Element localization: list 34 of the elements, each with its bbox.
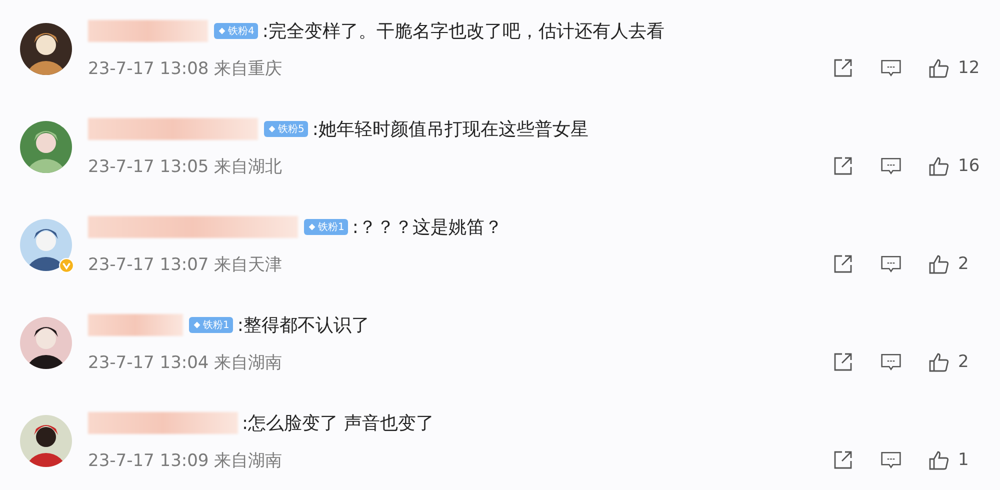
like-count: 12 xyxy=(958,58,980,78)
comment-time: 23-7-17 13:09 来自湖南 xyxy=(88,450,284,472)
comment-icon[interactable] xyxy=(880,449,902,471)
fan-badge: 铁粉1 xyxy=(189,316,234,332)
comment-time: 23-7-17 13:04 来自湖南 xyxy=(88,352,284,374)
comment-time: 23-7-17 13:07 来自天津 xyxy=(88,254,284,276)
comment-icon[interactable] xyxy=(880,155,902,177)
like-icon[interactable] xyxy=(928,449,950,471)
fan-badge: 铁粉4 xyxy=(214,22,258,38)
like-count: 1 xyxy=(958,450,970,470)
share-icon[interactable] xyxy=(832,57,854,79)
comment-text: :整得都不认识了 xyxy=(237,314,370,336)
comment-text: :怎么脸变了 声音也变了 xyxy=(242,412,434,434)
like-count: 2 xyxy=(958,254,970,274)
like-count: 16 xyxy=(958,156,980,176)
share-icon[interactable] xyxy=(832,449,854,471)
share-icon[interactable] xyxy=(832,351,854,373)
fan-badge: 铁粉5 xyxy=(264,120,308,136)
comment-icon[interactable] xyxy=(880,57,902,79)
like-count: 2 xyxy=(958,352,970,372)
comment-icon[interactable] xyxy=(880,351,902,373)
comment-time: 23-7-17 13:05 来自湖北 xyxy=(88,156,284,178)
like-icon[interactable] xyxy=(928,155,950,177)
share-icon[interactable] xyxy=(832,155,854,177)
like-icon[interactable] xyxy=(928,57,950,79)
like-icon[interactable] xyxy=(928,351,950,373)
comment-text: :完全变样了。干脆名字也改了吧，估计还有人去看 xyxy=(262,20,664,42)
fan-badge: 铁粉1 xyxy=(304,218,348,234)
like-icon[interactable] xyxy=(928,253,950,275)
comment-text: :她年轻时颜值吊打现在这些普女星 xyxy=(312,118,588,140)
share-icon[interactable] xyxy=(832,253,854,275)
comment-icon[interactable] xyxy=(880,253,902,275)
comment-time: 23-7-17 13:08 来自重庆 xyxy=(88,58,284,80)
comment-text: :？？？这是姚笛？ xyxy=(352,216,502,238)
